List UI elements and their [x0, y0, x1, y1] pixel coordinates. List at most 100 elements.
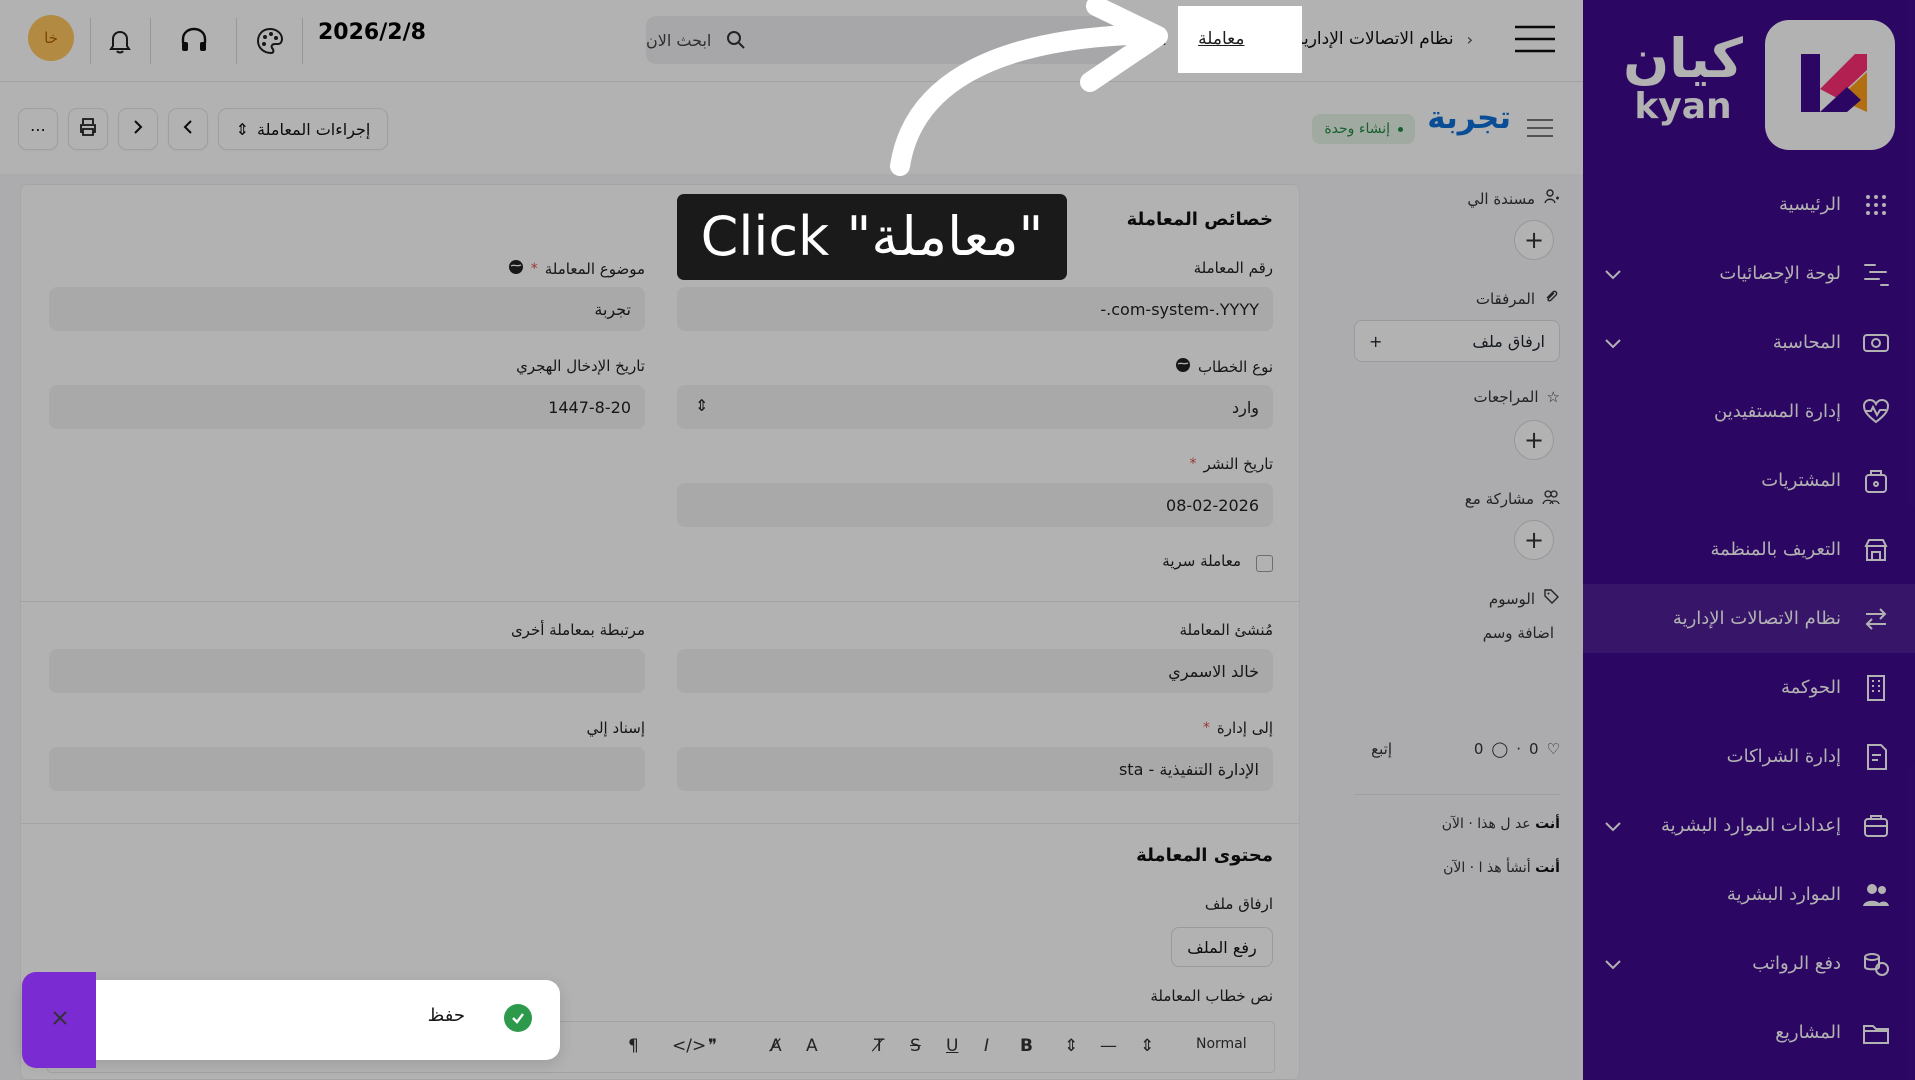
sidebar-item-accounting[interactable]: المحاسبة — [1583, 308, 1915, 377]
transaction-number-field[interactable]: -.com-system-.YYYY — [677, 287, 1273, 331]
chevron-down-icon[interactable] — [1601, 331, 1625, 355]
subject-field[interactable]: تجربة — [49, 287, 645, 331]
underline-icon[interactable]: U — [946, 1036, 958, 1056]
chevron-down-icon[interactable] — [1601, 952, 1625, 976]
sidebar-item-statistics[interactable]: لوحة الإحصائيات — [1583, 239, 1915, 308]
sidebar: كيان kyan الرئيسية لوحة الإحصائيات المحا… — [1583, 0, 1915, 1080]
palette-icon[interactable] — [250, 21, 290, 61]
sidebar-item-projects[interactable]: المشاريع — [1583, 998, 1915, 1067]
hijri-date-field[interactable]: 1447-8-20 — [49, 385, 645, 429]
field-label-text: نوع الخطاب — [1197, 358, 1273, 376]
next-record-button[interactable] — [118, 108, 158, 150]
store-icon — [1859, 533, 1893, 567]
sidebar-item-purchases[interactable]: المشتريات — [1583, 446, 1915, 515]
users-icon — [1542, 488, 1560, 510]
follow-button[interactable]: إتبع — [1371, 740, 1392, 758]
attachments-label: المرفقات — [1476, 288, 1560, 309]
upload-file-button[interactable]: رفع الملف — [1171, 927, 1273, 967]
paragraph-direction-icon[interactable]: ¶ — [628, 1036, 639, 1056]
sidebar-item-partnerships[interactable]: إدارة الشراكات — [1583, 722, 1915, 791]
sidebar-item-beneficiaries[interactable]: إدارة المستفيدين — [1583, 377, 1915, 446]
code-icon[interactable]: </> — [672, 1036, 706, 1056]
italic-icon[interactable]: I — [984, 1036, 989, 1056]
sort-icon[interactable]: ⇕ — [1140, 1036, 1154, 1056]
heart-pulse-icon — [1859, 395, 1893, 429]
more-button[interactable]: ⋯ — [18, 108, 58, 150]
transaction-actions-button[interactable]: إجراءات المعاملة ⇕ — [218, 108, 388, 150]
top-header: ‹ نظام الاتصالات الإدارية ‹ معاملة : 213… — [0, 0, 1583, 82]
page-header: تجربة إنشاء وحدة ⋯ إجراءات المعاملة ⇕ — [0, 82, 1583, 174]
shared-with-label: مشاركة مع — [1465, 488, 1560, 510]
clear-format-icon[interactable]: T̸ — [874, 1036, 884, 1056]
normal-style-select[interactable]: Normal — [1196, 1036, 1247, 1052]
sidebar-item-label: الرئيسية — [1779, 193, 1841, 215]
department-field[interactable]: الإدارة التنفيذية - sta — [677, 747, 1273, 791]
chevron-down-icon[interactable] — [1601, 814, 1625, 838]
sidebar-item-admin-communications[interactable]: نظام الاتصالات الإدارية — [1583, 584, 1915, 653]
breadcrumb-transaction[interactable]: معاملة — [1198, 29, 1244, 49]
reviews-label: ☆ المراجعات — [1473, 388, 1560, 406]
chevron-left-icon: ‹ — [1275, 29, 1282, 49]
sidebar-item-label: نظام الاتصالات الإدارية — [1672, 607, 1841, 629]
attach-file-button[interactable]: ارفاق ملف + — [1354, 320, 1560, 362]
transaction-number-value: -.com-system-.YYYY — [1100, 299, 1259, 319]
users-icon — [1859, 878, 1893, 912]
add-review-button[interactable]: + — [1514, 420, 1554, 460]
sidebar-item-human-resources[interactable]: الموارد البشرية — [1583, 860, 1915, 929]
add-tag-link[interactable]: اضافة وسم — [1483, 624, 1554, 642]
avatar[interactable]: خا — [28, 15, 74, 61]
horizontal-rule-icon[interactable]: — — [1100, 1036, 1117, 1056]
properties-section-title: خصائص المعاملة — [1126, 209, 1273, 230]
previous-record-button[interactable] — [168, 108, 208, 150]
search-input[interactable]: ابحث الان — [646, 16, 1136, 64]
close-icon[interactable] — [46, 1004, 74, 1032]
sidebar-item-label: إدارة المستفيدين — [1714, 400, 1841, 422]
transaction-actions-label: إجراءات المعاملة — [257, 119, 371, 139]
chevron-down-icon[interactable] — [1601, 262, 1625, 286]
quote-icon[interactable]: ❞ — [708, 1036, 717, 1056]
likes-count[interactable]: ♡ 0 · ◯ 0 — [1474, 740, 1560, 758]
save-toast: حفظ — [22, 972, 560, 1068]
bell-icon[interactable] — [100, 21, 140, 61]
letter-type-select[interactable]: وارد ⇕ — [677, 385, 1273, 429]
sidebar-item-label: الموارد البشرية — [1726, 883, 1841, 905]
breadcrumb-transaction-highlight[interactable]: معاملة — [1180, 15, 1263, 63]
field-label-text: إلى إدارة — [1216, 719, 1273, 737]
highlight-icon[interactable]: A̸ — [770, 1036, 782, 1056]
department-label: إلى إدارة * — [1203, 719, 1273, 737]
bold-icon[interactable]: B — [1020, 1036, 1033, 1056]
print-button[interactable] — [68, 108, 108, 150]
activity-actor: أنت — [1535, 816, 1560, 832]
sidebar-item-label: التعريف بالمنظمة — [1710, 538, 1841, 560]
headset-icon[interactable] — [174, 21, 214, 61]
publish-date-field[interactable]: 08-02-2026 — [677, 483, 1273, 527]
sidebar-item-organization[interactable]: التعريف بالمنظمة — [1583, 515, 1915, 584]
linked-transaction-field[interactable] — [49, 649, 645, 693]
secret-transaction-checkbox[interactable] — [1256, 555, 1273, 572]
sidebar-item-governance[interactable]: الحوكمة — [1583, 653, 1915, 722]
kyan-logo: كيان kyan — [1603, 20, 1895, 158]
transaction-number-label: رقم المعاملة — [1194, 259, 1273, 277]
paperclip-icon — [1543, 288, 1560, 309]
toolbar-divider — [90, 18, 91, 64]
breadcrumb-admin-communications[interactable]: نظام الاتصالات الإدارية — [1295, 29, 1454, 49]
letter-text-label: نص خطاب المعاملة — [1150, 987, 1273, 1005]
sidebar-item-home[interactable]: الرئيسية — [1583, 170, 1915, 239]
sidebar-item-label: الحوكمة — [1780, 676, 1841, 698]
add-share-button[interactable]: + — [1514, 520, 1554, 560]
comment-icon: ◯ — [1491, 740, 1509, 758]
sidebar-item-payroll[interactable]: دفع الرواتب — [1583, 929, 1915, 998]
menu-icon[interactable] — [1527, 118, 1553, 138]
sidebar-item-label: لوحة الإحصائيات — [1719, 262, 1841, 284]
sidebar-item-label: المشتريات — [1761, 469, 1841, 491]
sidebar-item-hr-settings[interactable]: إعدادات الموارد البشرية — [1583, 791, 1915, 860]
sort-icon[interactable]: ⇕ — [1064, 1036, 1078, 1056]
strikethrough-icon[interactable]: S — [910, 1036, 921, 1056]
publish-date-value: 08-02-2026 — [1166, 495, 1259, 515]
sidebar-item-label: إدارة الشراكات — [1726, 745, 1841, 767]
text-color-icon[interactable]: A — [806, 1036, 818, 1056]
assign-field[interactable] — [49, 747, 645, 791]
add-assignee-button[interactable]: + — [1514, 220, 1554, 260]
sort-icon: ⇕ — [235, 119, 250, 139]
menu-icon[interactable] — [1515, 24, 1555, 54]
